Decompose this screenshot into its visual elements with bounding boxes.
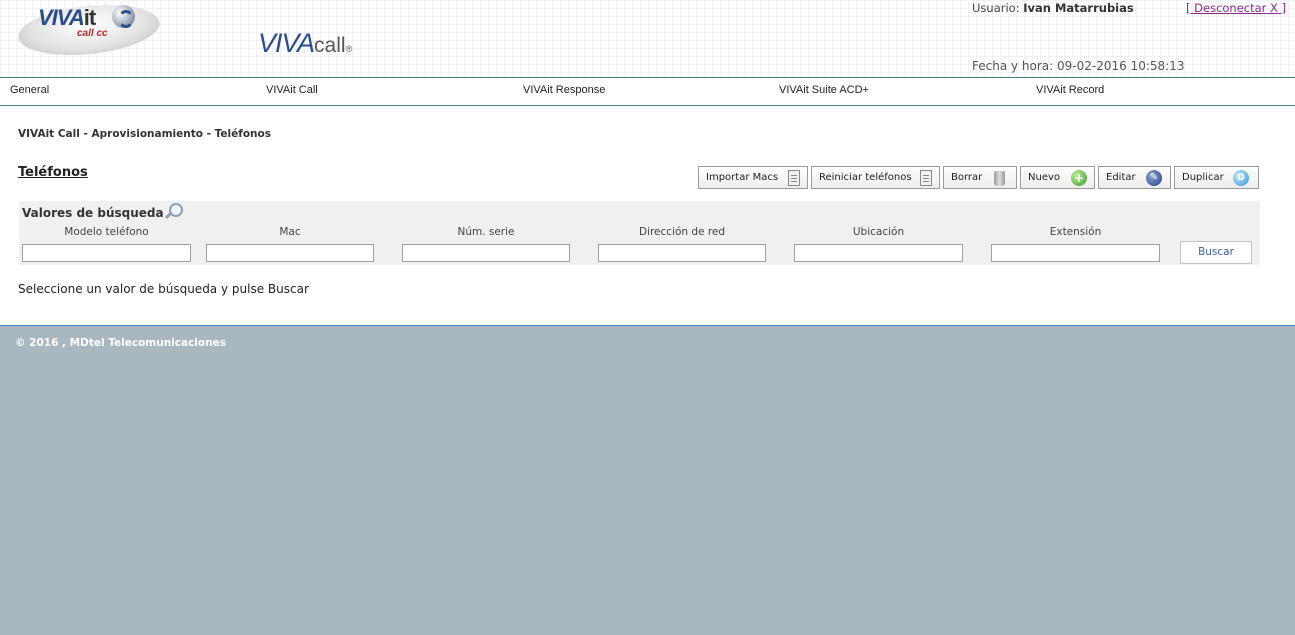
trash-icon (994, 171, 1005, 186)
label-serial-number: Núm. serie (457, 226, 515, 238)
header: VIVAit call cc VIVAcall® Usuario: Ivan M… (0, 0, 1295, 77)
logo-it: it (83, 5, 96, 30)
search-title: Valores de búsqueda (22, 206, 164, 220)
datetime-label: Fecha y hora: 09-02-2016 10:58:13 (972, 59, 1185, 73)
product-logo: VIVAcall® (258, 28, 353, 59)
import-macs-label: Importar Macs (706, 172, 779, 183)
nav-item-vivait-record[interactable]: VIVAit Record (1036, 84, 1104, 96)
page-title[interactable]: Teléfonos (18, 165, 88, 180)
breadcrumb: VIVAit Call - Aprovisionamiento - Teléfo… (18, 128, 271, 140)
serial-number-input[interactable] (402, 244, 570, 262)
search-hint: Seleccione un valor de búsqueda y pulse … (18, 282, 309, 296)
nav-item-vivait-response[interactable]: VIVAit Response (523, 84, 605, 96)
edit-button[interactable]: Editar ✎ (1098, 166, 1171, 189)
new-button[interactable]: Nuevo + (1020, 166, 1095, 189)
product-logo-rest: call (314, 34, 346, 57)
product-logo-bold: VIVA (258, 28, 315, 58)
phone-model-input[interactable] (22, 244, 191, 262)
footer-divider (0, 325, 1295, 326)
pen-icon: ✎ (1146, 170, 1162, 186)
edit-label: Editar (1106, 172, 1136, 183)
logo-sphere-icon (112, 5, 135, 28)
document-icon (788, 170, 800, 186)
label-extension: Extensión (1049, 226, 1102, 238)
main-nav: General VIVAit Call VIVAit Response VIVA… (0, 77, 1295, 106)
restart-phones-label: Reiniciar teléfonos (819, 172, 912, 183)
nav-item-vivait-call[interactable]: VIVAit Call (266, 84, 318, 96)
magnifier-icon (165, 203, 183, 220)
user-name: Ivan Matarrubias (1023, 1, 1134, 15)
document-icon (920, 170, 932, 186)
duplicate-icon: D (1233, 170, 1249, 186)
new-label: Nuevo (1028, 172, 1061, 183)
mac-input[interactable] (206, 244, 374, 262)
label-location: Ubicación (852, 226, 905, 238)
product-logo-mark: ® (345, 44, 353, 54)
duplicate-label: Duplicar (1182, 172, 1224, 183)
duplicate-button[interactable]: Duplicar D (1174, 166, 1259, 189)
nav-item-vivait-suite-acd[interactable]: VIVAit Suite ACD+ (779, 84, 869, 96)
extension-input[interactable] (991, 244, 1160, 262)
search-button[interactable]: Buscar (1180, 241, 1252, 264)
search-panel: Valores de búsqueda Modelo teléfono Mac … (19, 201, 1260, 265)
label-network-address: Dirección de red (638, 226, 726, 238)
label-mac: Mac (279, 226, 301, 238)
copyright: © 2016 , MDtel Telecomunicaciones (15, 337, 226, 349)
logo-subtitle: call cc (77, 28, 108, 39)
import-macs-button[interactable]: Importar Macs (698, 166, 808, 189)
network-address-input[interactable] (598, 244, 766, 262)
logout-link[interactable]: [ Desconectar X ] (1186, 1, 1286, 15)
delete-button[interactable]: Borrar (943, 166, 1017, 189)
restart-phones-button[interactable]: Reiniciar teléfonos (811, 166, 940, 189)
plus-icon: + (1071, 170, 1087, 186)
label-phone-model: Modelo teléfono (64, 226, 149, 238)
user-label: Usuario: (972, 1, 1020, 15)
user-info: Usuario: Ivan Matarrubias (972, 1, 1134, 15)
logo-viva: VIVA (38, 5, 85, 30)
location-input[interactable] (794, 244, 963, 262)
nav-item-general[interactable]: General (10, 84, 49, 96)
delete-label: Borrar (951, 172, 983, 183)
